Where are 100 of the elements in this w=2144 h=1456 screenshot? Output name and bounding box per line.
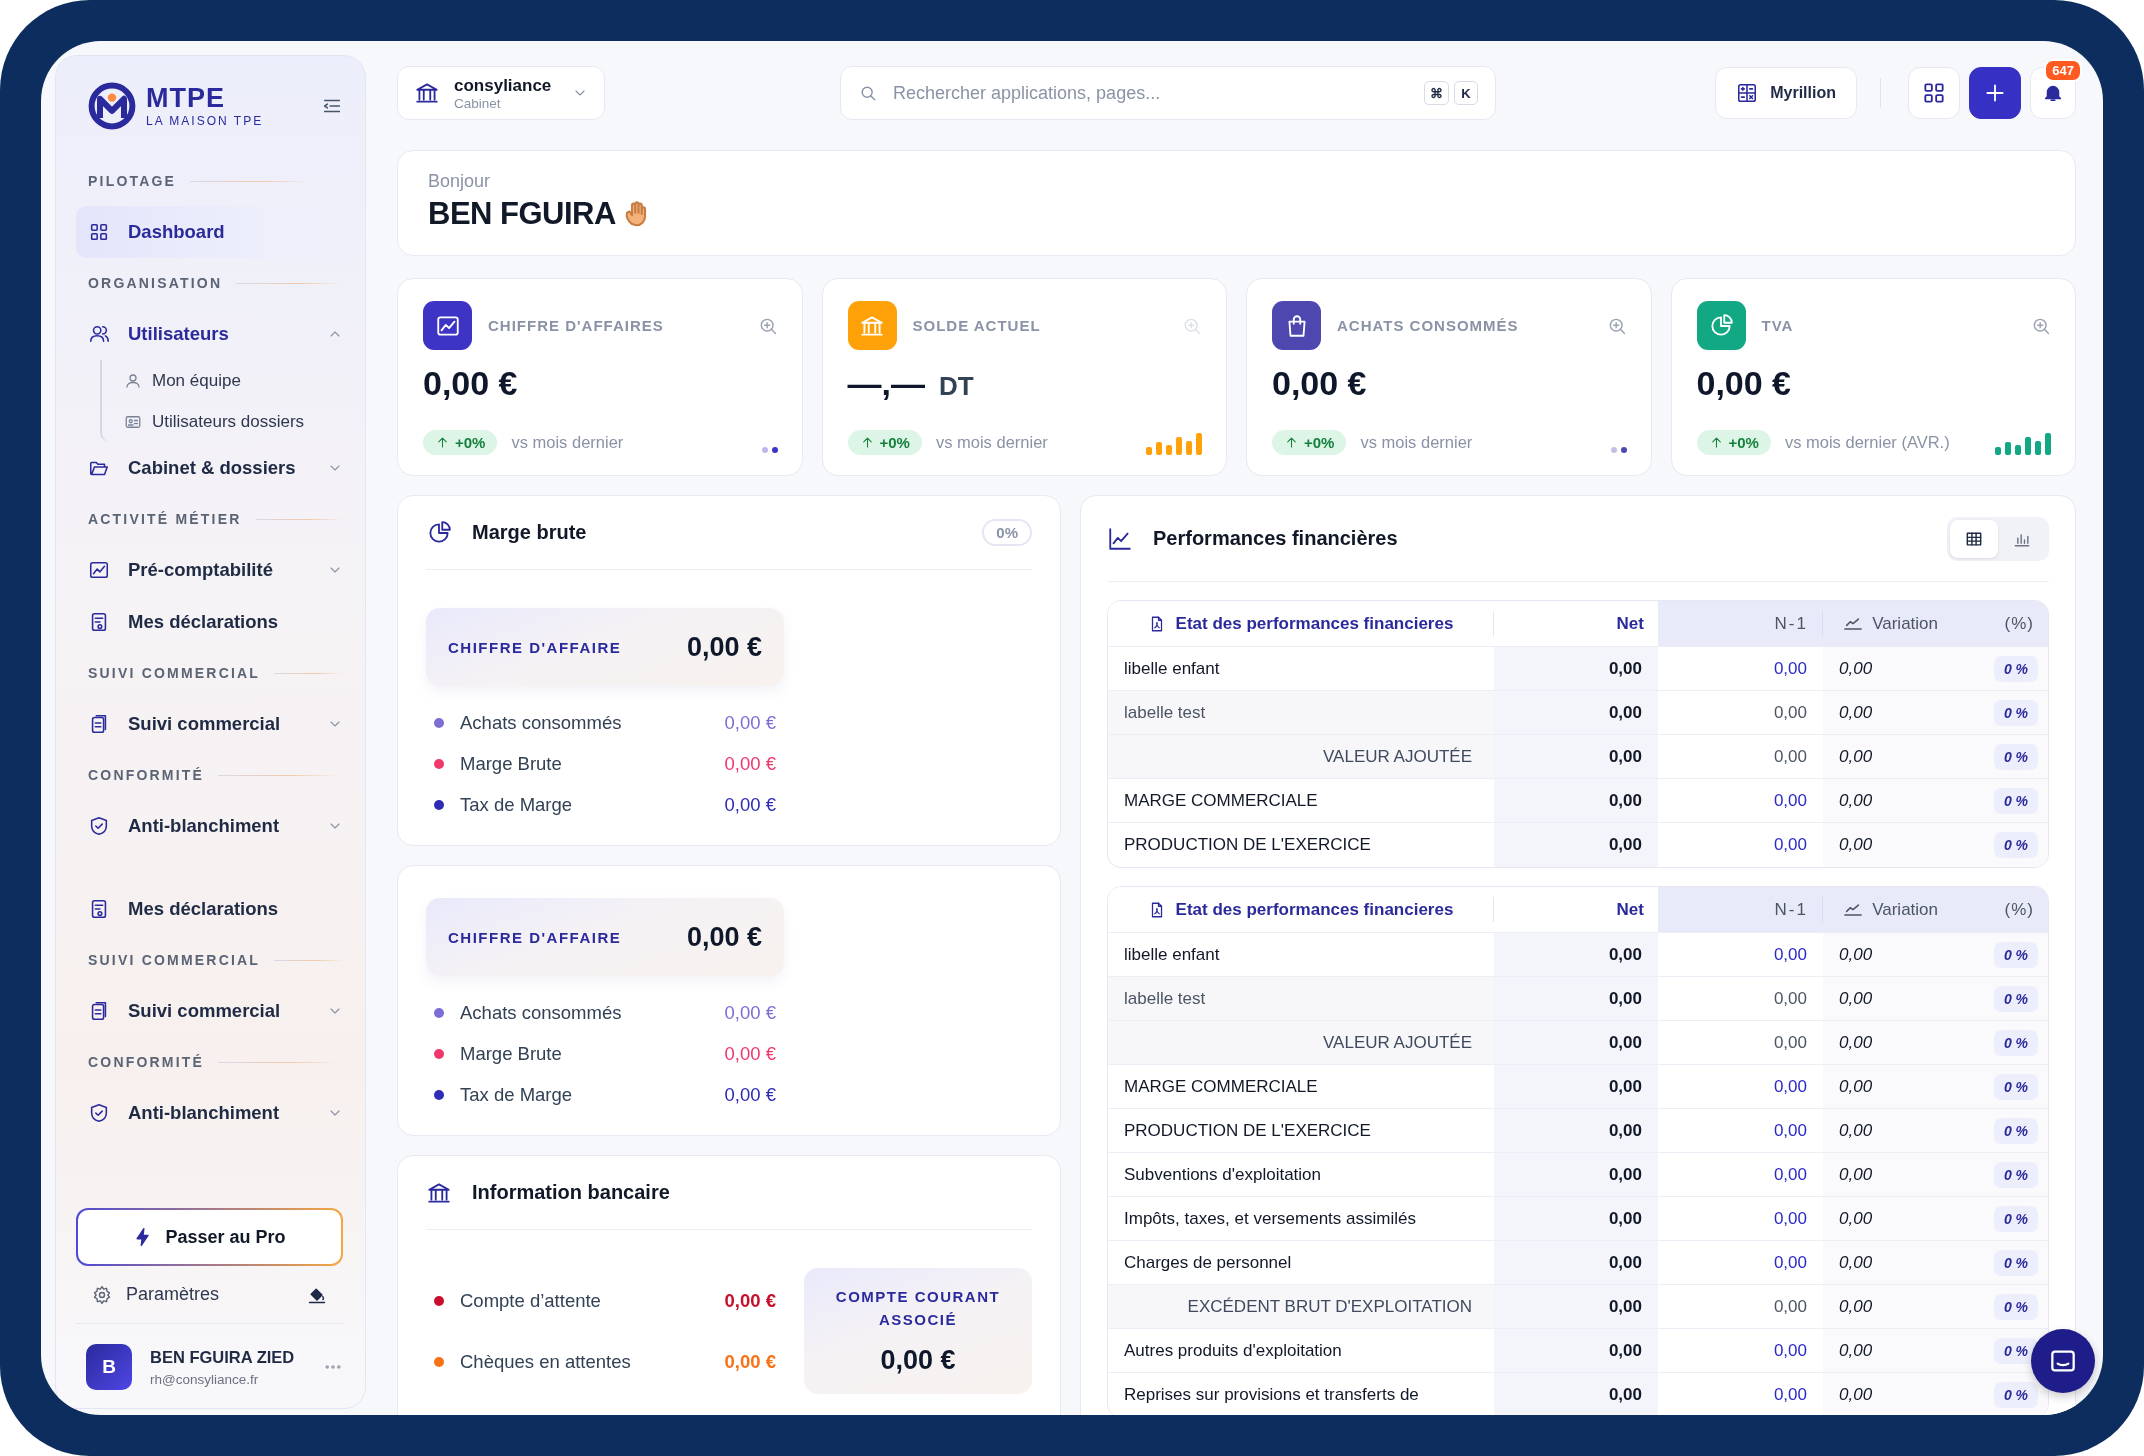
row-label: Subventions d'exploitation: [1123, 1163, 1322, 1186]
table-cell: 0,00: [1823, 1241, 1938, 1284]
percent-badge: 0 %: [1993, 699, 2038, 726]
sidebar-item[interactable]: Utilisateurs: [76, 308, 355, 360]
table-cell: 0,00: [1823, 823, 1938, 867]
row-label: MARGE COMMERCIALE: [1123, 1075, 1319, 1098]
column-header: N-1: [1658, 897, 1823, 922]
table-cell-text: 0,00: [1772, 1339, 1808, 1362]
card-title: Performances financières: [1153, 527, 1399, 550]
line-chart-icon: [1107, 525, 1133, 552]
table-cell: 0,00: [1494, 1109, 1658, 1152]
item-label: Marge Brute: [460, 1042, 563, 1065]
notification-badge: 647: [2044, 59, 2082, 82]
table-cell-text: 0,00: [1772, 1075, 1808, 1098]
user-greeting-name: BEN FGUIRA: [428, 196, 616, 232]
amount: 0,00 €: [724, 793, 777, 816]
table-cell: 0,00: [1823, 977, 1938, 1020]
table-cell: 0,00: [1494, 735, 1658, 778]
table-cell-text: 0,00: [1772, 1384, 1808, 1406]
grid-icon: [1921, 80, 1947, 106]
column-header: (%): [2003, 898, 2035, 921]
table-cell: 0,00: [1823, 1065, 1938, 1108]
nav-icon: [88, 221, 110, 243]
sidebar-item[interactable]: Cabinet & dossiers: [76, 442, 355, 494]
organization-selector[interactable]: consyliance Cabinet: [397, 66, 605, 120]
table-cell-text: 0,00: [1772, 1295, 1808, 1318]
item-label: Tax de Marge: [460, 793, 574, 816]
amount: 0,00 €: [724, 1042, 777, 1065]
summary-label: CHIFFRE D'AFFAIRE: [448, 638, 622, 656]
percent-badge: 0 %: [1993, 1029, 2038, 1056]
card-title: Information bancaire: [472, 1181, 671, 1204]
sidebar-item[interactable]: Mes déclarations: [76, 596, 355, 648]
item-label: Marge Brute: [460, 752, 563, 775]
kpi-caption: vs mois dernier: [1360, 433, 1474, 452]
chat-button[interactable]: [2031, 1329, 2095, 1393]
shortcut-key: K: [1454, 81, 1478, 105]
table-cell: 0,00: [1494, 1241, 1658, 1284]
kpi-value: 0,00 €: [1272, 364, 1367, 403]
kpi-caption: vs mois dernier (AVR.): [1784, 433, 1951, 452]
kpi-value: 0,00 €: [1696, 364, 1792, 403]
table-cell-text: 0,00: [1772, 657, 1808, 680]
column-header: (%): [2003, 612, 2035, 635]
add-button[interactable]: [1969, 67, 2021, 119]
sidebar-item[interactable]: Suivi commercial: [76, 698, 355, 750]
sidebar-item[interactable]: Pré-comptabilité: [76, 544, 355, 596]
sidebar-item[interactable]: Anti-blanchiment: [76, 800, 355, 852]
percent-badge: 0 %: [1993, 985, 2038, 1012]
column-header: Net: [1615, 612, 1645, 635]
sidebar-item[interactable]: Mes déclarations: [76, 883, 355, 935]
item-label: Tax de Marge: [460, 1083, 574, 1106]
user-name: BEN FGUIRA ZIED: [150, 1347, 296, 1367]
shortcut-key: ⌘: [1424, 81, 1449, 105]
percent-badge: 0 %: [1993, 655, 2038, 682]
section-heading: CONFORMITÉ: [88, 767, 205, 783]
amount: 0,00 €: [724, 752, 777, 775]
table-cell: 0,00: [1823, 1329, 1938, 1372]
company-button[interactable]: Myrillion: [1715, 67, 1857, 119]
change-badge: +0%: [423, 430, 498, 455]
sidebar-subitem[interactable]: Utilisateurs dossiers: [124, 401, 343, 442]
table-view-button[interactable]: [1950, 519, 1998, 558]
sub-icon: [124, 371, 142, 390]
kpi-caption: vs mois dernier: [935, 433, 1049, 452]
summary-value: 0,00 €: [686, 631, 762, 663]
section-heading: ACTIVITÉ MÉTIER: [88, 511, 242, 527]
account-value: 0,00 €: [880, 1345, 956, 1376]
kpi-title: TVA: [1761, 317, 1795, 334]
table-cell: 0,00: [1494, 977, 1658, 1020]
kpi-value: 0,00 €: [423, 364, 518, 403]
table-title: Etat des performances financieres: [1108, 611, 1494, 636]
item-label: Chèques en attentes: [460, 1350, 632, 1373]
calculator-icon: [1736, 82, 1759, 104]
change-badge: +0%: [1696, 430, 1771, 455]
sidebar-subitem[interactable]: Mon équipe: [124, 360, 343, 401]
table-cell: 0,00: [1823, 779, 1938, 822]
table-cell-text: 0,00: [1772, 789, 1808, 812]
item-label: Compte d’attente: [460, 1289, 602, 1312]
column-header: Variation: [1823, 601, 1938, 646]
table-cell-text: 0,00: [1772, 1251, 1808, 1274]
percent-badge: 0 %: [1993, 743, 2038, 770]
summary-value: 0,00 €: [686, 921, 762, 953]
table-cell: 0,00: [1494, 1153, 1658, 1196]
upgrade-button[interactable]: Passer au Pro: [76, 1208, 343, 1266]
row-label: MARGE COMMERCIALE: [1123, 789, 1319, 812]
logo-icon: [88, 82, 136, 130]
settings-link[interactable]: Paramètres: [92, 1284, 220, 1305]
sidebar-item[interactable]: Suivi commercial: [76, 985, 355, 1037]
table-cell: 0,00: [1823, 1373, 1938, 1415]
percent-badge: 0 %: [1993, 832, 2038, 858]
amount: 0,00 €: [724, 711, 777, 734]
table-cell: 0,00: [1494, 647, 1658, 690]
table-cell-text: 0,00: [1772, 1031, 1808, 1054]
nav-icon: [88, 815, 110, 837]
apps-button[interactable]: [1908, 67, 1960, 119]
row-label: VALEUR AJOUTÉE: [1108, 1021, 1494, 1064]
row-label: PRODUCTION DE L'EXERCICE: [1123, 1119, 1372, 1142]
table-cell-text: 0,00: [1772, 943, 1808, 966]
table-cell: 0,00: [1823, 1153, 1938, 1196]
sidebar-item[interactable]: Anti-blanchiment: [76, 1087, 355, 1139]
table-cell: 0,00: [1494, 933, 1658, 976]
table-cell: 0,00: [1494, 691, 1658, 734]
